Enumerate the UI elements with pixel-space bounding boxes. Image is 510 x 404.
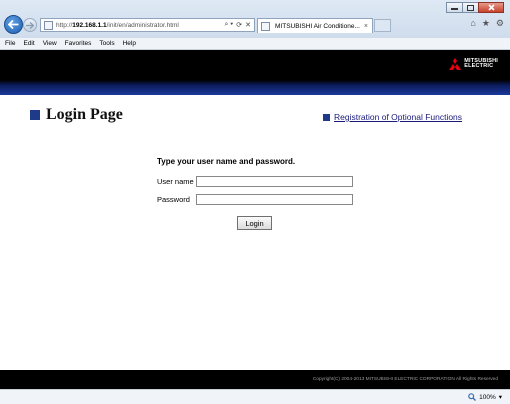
forward-button[interactable] (23, 18, 37, 32)
new-tab-button[interactable] (374, 19, 391, 32)
minimize-icon (451, 8, 458, 10)
address-bar[interactable]: http://192.168.1.1/init/en/administrator… (40, 18, 255, 32)
zoom-control[interactable]: 100% ▾ (468, 393, 502, 401)
menu-edit[interactable]: Edit (23, 40, 34, 47)
copyright-text: Copyright(C) 2004-2013 MITSUBISHI ELECTR… (312, 377, 498, 382)
zoom-dropdown-icon[interactable]: ▾ (499, 393, 502, 401)
url-text[interactable]: http://192.168.1.1/init/en/administrator… (56, 22, 179, 29)
optional-functions-block: Registration of Optional Functions (323, 112, 462, 122)
navigation-bar: http://192.168.1.1/init/en/administrator… (0, 15, 510, 35)
minimize-button[interactable] (446, 2, 463, 13)
status-bar: 100% ▾ (0, 389, 510, 404)
logo-text-line2: ELECTRIC (464, 63, 494, 69)
magnifier-icon (468, 393, 477, 401)
three-diamonds-logo-icon (449, 58, 462, 70)
refresh-icon[interactable]: ⟳ (236, 21, 242, 29)
arrow-right-icon (26, 21, 34, 29)
tab-title: MITSUBISHI Air Conditione... (275, 22, 360, 30)
password-input[interactable] (196, 194, 353, 205)
page-icon (44, 20, 53, 30)
search-icon[interactable]: ⌕ ▾ (224, 21, 233, 29)
tab-page-icon (261, 21, 270, 31)
password-label: Password (157, 195, 190, 204)
title-square-icon (30, 110, 40, 120)
menu-favorites[interactable]: Favorites (65, 40, 92, 47)
tab-close-icon[interactable]: × (364, 23, 368, 30)
maximize-button[interactable] (462, 2, 479, 13)
page-title-block: Login Page (30, 106, 123, 124)
home-icon[interactable]: ⌂ (470, 18, 475, 29)
page-title: Login Page (46, 106, 123, 123)
mitsubishi-logo: MITSUBISHI ELECTRIC (448, 58, 498, 70)
site-footer: Copyright(C) 2004-2013 MITSUBISHI ELECTR… (0, 370, 510, 389)
username-label: User name (157, 177, 194, 186)
close-window-button[interactable] (478, 2, 504, 13)
browser-tab[interactable]: MITSUBISHI Air Conditione... × (257, 18, 373, 33)
username-input[interactable] (196, 176, 353, 187)
menu-view[interactable]: View (43, 40, 57, 47)
browser-chrome: http://192.168.1.1/init/en/administrator… (0, 0, 510, 39)
stop-icon[interactable]: ✕ (245, 21, 251, 29)
header-band (0, 80, 510, 95)
menu-tools[interactable]: Tools (99, 40, 114, 47)
menu-file[interactable]: File (5, 40, 15, 47)
settings-gear-icon[interactable]: ⚙ (496, 18, 504, 29)
close-icon (487, 4, 495, 11)
link-square-icon (323, 113, 330, 121)
maximize-icon (467, 4, 474, 11)
menu-help[interactable]: Help (123, 40, 136, 47)
arrow-left-icon (8, 20, 19, 29)
zoom-level: 100% (479, 393, 496, 401)
favorites-star-icon[interactable]: ★ (482, 18, 490, 29)
login-button[interactable]: Login (237, 216, 272, 230)
back-button[interactable] (4, 15, 23, 34)
registration-optional-functions-link[interactable]: Registration of Optional Functions (334, 112, 462, 122)
login-prompt: Type your user name and password. (157, 157, 296, 166)
menu-bar: File Edit View Favorites Tools Help (0, 38, 510, 50)
window-controls (446, 2, 504, 13)
site-header: MITSUBISHI ELECTRIC (0, 50, 510, 80)
